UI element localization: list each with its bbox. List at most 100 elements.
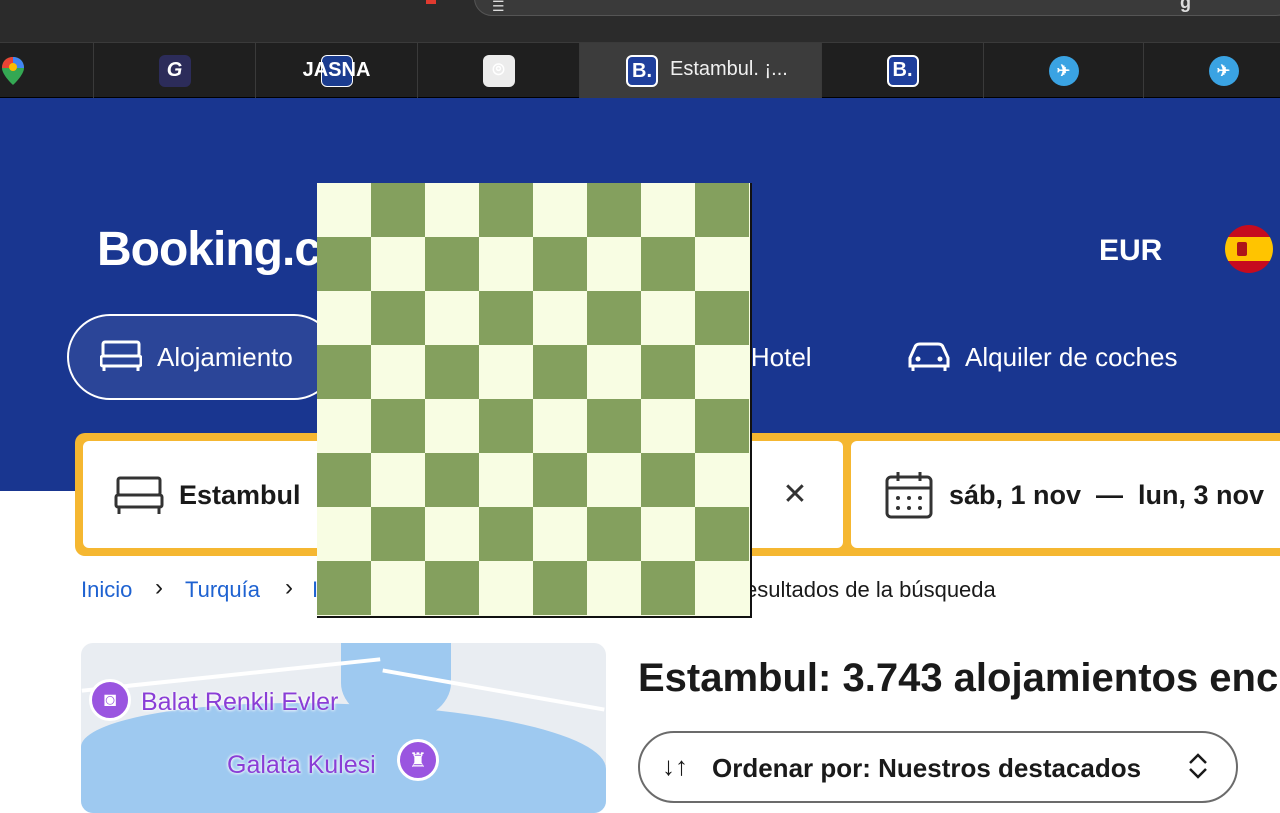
chess-square[interactable] <box>695 291 749 345</box>
camera-icon[interactable]: ◙ <box>89 679 131 721</box>
chess-square[interactable] <box>533 345 587 399</box>
chess-square[interactable] <box>425 345 479 399</box>
chess-square[interactable] <box>425 561 479 615</box>
chess-square[interactable] <box>533 507 587 561</box>
chess-square[interactable] <box>317 453 371 507</box>
chess-square[interactable] <box>587 345 641 399</box>
chess-square[interactable] <box>425 399 479 453</box>
breadcrumb-country[interactable]: Turquía <box>185 577 260 603</box>
chevron-updown-icon <box>1186 751 1210 788</box>
chess-square[interactable] <box>641 561 695 615</box>
chess-square[interactable] <box>425 507 479 561</box>
sort-label: Ordenar por: Nuestros destacados <box>712 753 1142 783</box>
chess-square[interactable] <box>479 183 533 237</box>
sort-button[interactable]: ↓↑ Ordenar por: Nuestros destacados <box>638 731 1238 803</box>
car-icon <box>908 342 950 371</box>
chess-square[interactable] <box>641 507 695 561</box>
chess-square[interactable] <box>371 507 425 561</box>
chess-square[interactable] <box>317 561 371 615</box>
address-bar[interactable] <box>474 0 1280 16</box>
chess-square[interactable] <box>587 453 641 507</box>
chess-square[interactable] <box>641 345 695 399</box>
tab-chatgpt[interactable]: ⌾ <box>418 43 580 98</box>
chess-square[interactable] <box>371 345 425 399</box>
nav-car-rental-label[interactable]: Alquiler de coches <box>965 342 1177 373</box>
chess-square[interactable] <box>371 561 425 615</box>
chess-square[interactable] <box>479 507 533 561</box>
plane-icon: ✈ <box>1048 55 1079 86</box>
menu-icon[interactable]: ☰ <box>492 0 505 15</box>
chess-square[interactable] <box>425 237 479 291</box>
chess-square[interactable] <box>371 183 425 237</box>
tab-flights-2[interactable]: ✈ <box>1144 43 1280 98</box>
chess-square[interactable] <box>425 183 479 237</box>
chess-square[interactable] <box>371 453 425 507</box>
chess-square[interactable] <box>479 291 533 345</box>
chess-square[interactable] <box>641 237 695 291</box>
chess-square[interactable] <box>479 561 533 615</box>
chess-square[interactable] <box>317 399 371 453</box>
chess-square[interactable] <box>695 561 749 615</box>
booking-logo[interactable]: Booking.c <box>97 222 321 277</box>
chess-square[interactable] <box>425 291 479 345</box>
chevron-right-icon: › <box>155 574 163 601</box>
chess-square[interactable] <box>317 291 371 345</box>
chess-square[interactable] <box>371 237 425 291</box>
chess-square[interactable] <box>533 291 587 345</box>
tab-jasna[interactable]: JASNA <box>256 43 418 98</box>
currency-button[interactable]: EUR <box>1099 234 1162 268</box>
chess-square[interactable] <box>695 345 749 399</box>
chess-square[interactable] <box>587 291 641 345</box>
chess-square[interactable] <box>695 399 749 453</box>
chess-square[interactable] <box>533 561 587 615</box>
chess-square[interactable] <box>371 399 425 453</box>
destination-value: Estambul <box>179 480 301 510</box>
tab-booking[interactable]: B. <box>822 43 984 98</box>
chess-square[interactable] <box>695 183 749 237</box>
chess-square[interactable] <box>533 237 587 291</box>
clear-icon[interactable]: ✕ <box>780 480 810 510</box>
chess-square[interactable] <box>587 507 641 561</box>
map-preview[interactable]: ◙ Balat Renkli Evler Galata Kulesi ♜ <box>81 643 606 813</box>
chess-square[interactable] <box>371 291 425 345</box>
chatgpt-icon: ⌾ <box>482 54 515 87</box>
bed-icon <box>100 340 142 371</box>
chessboard-overlay[interactable] <box>317 183 752 618</box>
bed-icon <box>114 476 164 514</box>
chess-square[interactable] <box>533 453 587 507</box>
map-pin-label: Galata Kulesi <box>227 751 376 779</box>
chess-square[interactable] <box>479 399 533 453</box>
chess-square[interactable] <box>317 345 371 399</box>
chess-square[interactable] <box>587 399 641 453</box>
g-icon: G <box>158 54 191 87</box>
tower-icon[interactable]: ♜ <box>397 739 439 781</box>
spain-flag-icon[interactable] <box>1225 225 1273 273</box>
tab-booking-active[interactable]: B. Estambul. ¡... <box>580 43 822 98</box>
chess-square[interactable] <box>695 237 749 291</box>
chess-square[interactable] <box>317 183 371 237</box>
chess-square[interactable] <box>641 183 695 237</box>
chess-square[interactable] <box>479 453 533 507</box>
chess-square[interactable] <box>479 237 533 291</box>
plane-icon: ✈ <box>1208 55 1239 86</box>
date-range-value: sáb, 1 nov — lun, 3 nov <box>949 480 1265 510</box>
chess-square[interactable] <box>533 399 587 453</box>
tab-g[interactable]: G <box>94 43 256 98</box>
tab-google-maps[interactable] <box>0 43 94 98</box>
chess-square[interactable] <box>641 399 695 453</box>
chess-square[interactable] <box>533 183 587 237</box>
tab-flights-1[interactable]: ✈ <box>984 43 1144 98</box>
chess-square[interactable] <box>641 291 695 345</box>
chess-square[interactable] <box>317 237 371 291</box>
chess-square[interactable] <box>587 561 641 615</box>
chess-square[interactable] <box>587 237 641 291</box>
chess-square[interactable] <box>317 507 371 561</box>
chess-square[interactable] <box>695 453 749 507</box>
chess-square[interactable] <box>641 453 695 507</box>
chess-square[interactable] <box>425 453 479 507</box>
chess-square[interactable] <box>479 345 533 399</box>
chess-square[interactable] <box>587 183 641 237</box>
breadcrumb-current: esultados de la búsqueda <box>745 577 996 602</box>
chess-square[interactable] <box>695 507 749 561</box>
breadcrumb-home[interactable]: Inicio <box>81 577 132 603</box>
